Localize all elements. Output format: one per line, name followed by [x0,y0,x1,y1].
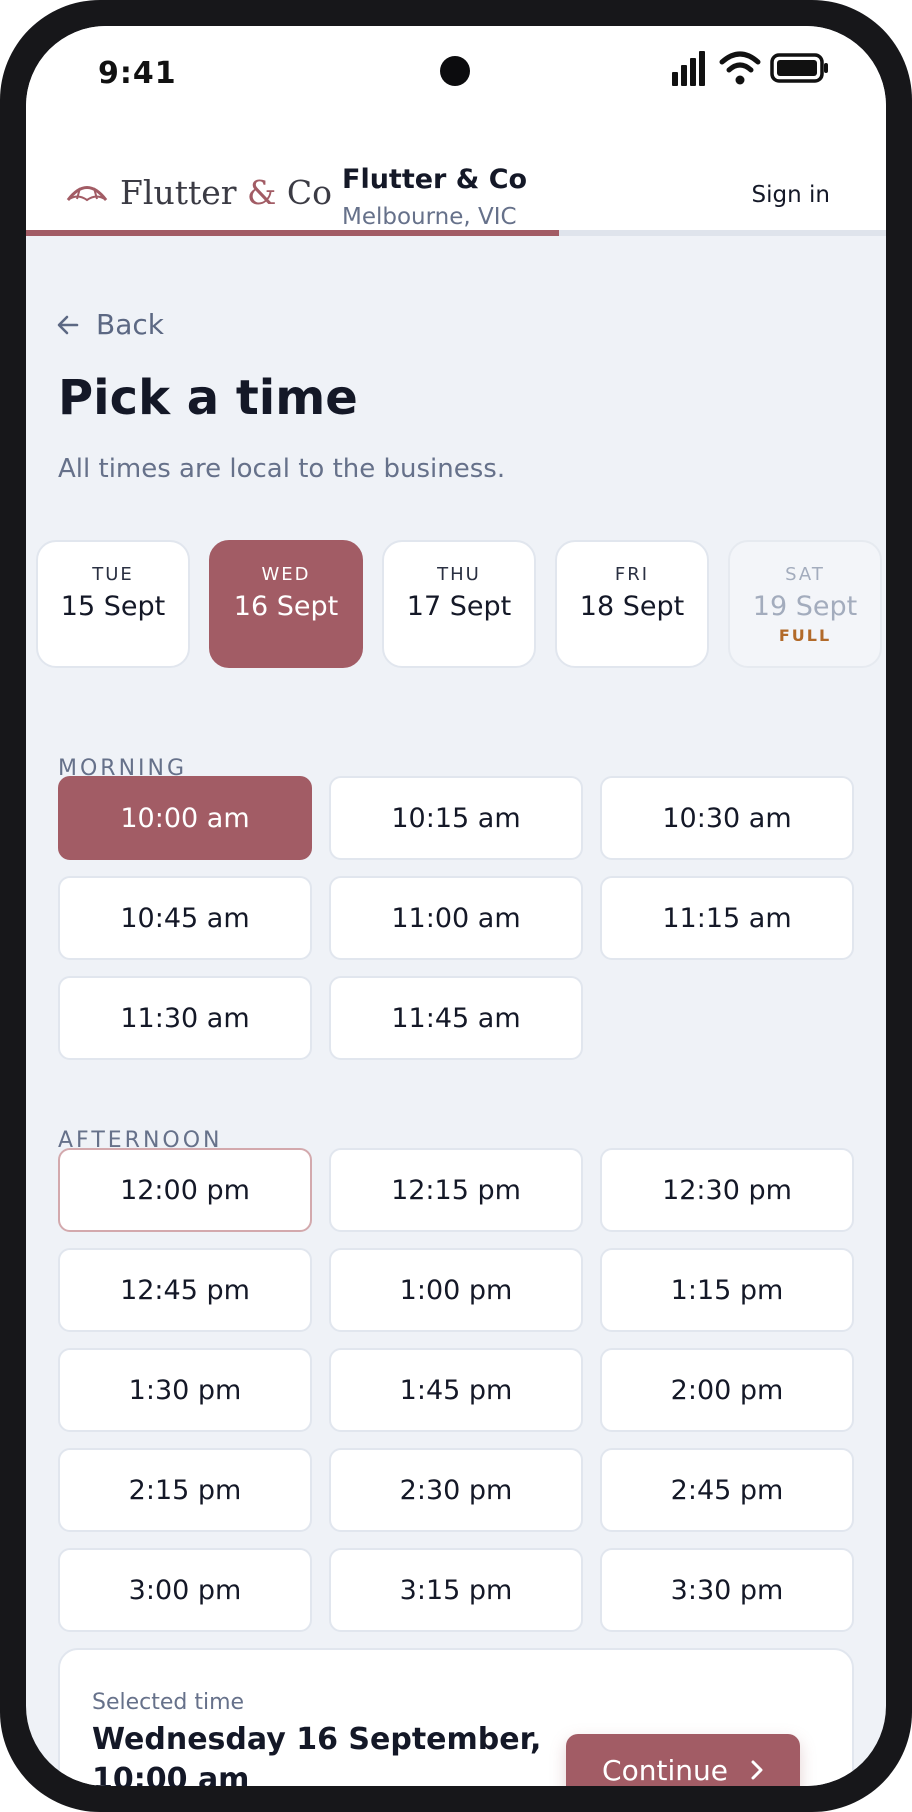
date-option[interactable]: THU 17 Sept [382,540,536,668]
umbrella-logo-icon [66,186,108,202]
date-option-date: 15 Sept [60,591,166,622]
date-option-date: 16 Sept [233,591,339,622]
afternoon-slots: 12:00 pm 12:15 pm 12:30 pm 12:45 pm 1:00 pm 1… [58,1148,854,1632]
time-slot-button[interactable]: 12:30 pm [600,1148,854,1232]
date-option[interactable]: FRI 18 Sept [555,540,709,668]
progress-fill [26,230,560,236]
full-badge: FULL [778,626,832,645]
time-slot-button[interactable]: 12:00 pm [58,1148,312,1232]
app-header: Flutter & Co Flutter & Co Melbourne, VIC… [26,126,886,230]
chevron-right-icon [751,1760,763,1780]
date-option-date: 17 Sept [406,591,512,622]
time-slot-button[interactable]: 3:00 pm [58,1548,312,1632]
time-slot-button[interactable]: 1:00 pm [329,1248,583,1332]
time-slot-button[interactable]: 2:45 pm [600,1448,854,1532]
status-time: 9:41 [98,56,177,91]
page-title: Pick a time [58,370,358,426]
time-slot-button[interactable]: 11:15 am [600,876,854,960]
date-option-date: 19 Sept [752,591,858,622]
date-selector: TUE 15 Sept WED 16 Sept THU 17 Sept FRI 18 Sept… [36,540,886,670]
continue-label: Continue [602,1753,728,1787]
morning-slots: 10:00 am 10:15 am 10:30 am 10:45 am 11:00 am… [58,776,854,1060]
date-option-weekday: THU [437,564,481,585]
time-slot-button[interactable]: 10:15 am [329,776,583,860]
arrow-left-icon [57,315,79,334]
time-slot-button[interactable]: 12:45 pm [58,1248,312,1332]
logo-ampersand: & [247,172,277,212]
time-slot-button[interactable]: 3:30 pm [600,1548,854,1632]
logo-wordmark: Flutter & Co [120,173,332,212]
continue-button[interactable]: Continue [566,1734,800,1786]
sign-in-link[interactable]: Sign in [752,182,830,208]
summary-label: Selected time [92,1690,245,1715]
status-icons [670,46,830,90]
progress-bar [26,230,886,236]
app-screen: 9:41 Flutter & Co Flutter & Co Melbourne… [26,26,886,1786]
summary-value: Wednesday 16 September, 10:00 am [92,1722,542,1786]
time-slot-button[interactable]: 1:45 pm [329,1348,583,1432]
back-button[interactable]: Back [56,308,164,341]
time-slot-button[interactable]: 11:00 am [329,876,583,960]
date-option-weekday: SAT [785,564,825,585]
brand-logo[interactable]: Flutter & Co [66,172,332,212]
date-option-weekday: TUE [92,564,134,585]
date-option[interactable]: TUE 15 Sept [36,540,190,668]
time-slot-button[interactable]: 1:15 pm [600,1248,854,1332]
date-option: SAT 19 Sept FULL [728,540,882,668]
time-slot-button[interactable]: 10:00 am [58,776,312,860]
time-slot-button[interactable]: 10:30 am [600,776,854,860]
date-option-date: 18 Sept [579,591,685,622]
selection-summary: Selected time Wednesday 16 September, 10… [58,1648,854,1786]
time-slot-button[interactable]: 10:45 am [58,876,312,960]
business-name: Flutter & Co [342,164,528,195]
time-slot-button[interactable]: 2:00 pm [600,1348,854,1432]
phone-frame: 9:41 Flutter & Co Flutter & Co Melbourne… [0,0,912,1812]
time-slot-button[interactable]: 2:15 pm [58,1448,312,1532]
time-slot-button[interactable]: 1:30 pm [58,1348,312,1432]
date-option-weekday: WED [261,564,311,585]
signal-icon [672,51,705,86]
logo-word-flutter: Flutter [120,172,237,212]
time-slot-button[interactable]: 11:30 am [58,976,312,1060]
logo-word-co: Co [286,172,333,212]
time-slot-button[interactable]: 2:30 pm [329,1448,583,1532]
battery-icon [770,53,828,83]
back-label: Back [96,308,164,341]
time-slot-button[interactable]: 12:15 pm [329,1148,583,1232]
date-option-weekday: FRI [614,564,650,585]
time-slot-button[interactable]: 3:15 pm [329,1548,583,1632]
business-location: Melbourne, VIC [342,204,517,230]
camera-cutout [440,56,470,86]
time-slot-button[interactable]: 11:45 am [329,976,583,1060]
wifi-icon [719,51,761,85]
status-bar: 9:41 [26,26,886,126]
page-subtitle: All times are local to the business. [58,454,506,484]
date-option[interactable]: WED 16 Sept [209,540,363,668]
